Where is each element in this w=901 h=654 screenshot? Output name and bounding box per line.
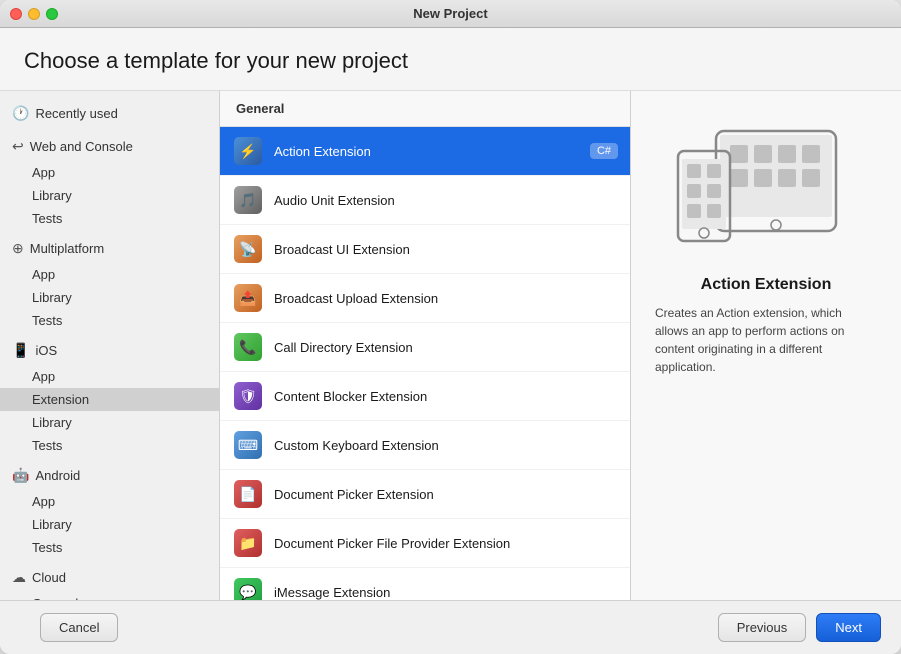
sidebar-header-android[interactable]: 🤖 Android: [0, 461, 219, 490]
template-item-broadcast-upload[interactable]: 📤 Broadcast Upload Extension: [220, 274, 630, 323]
window-controls: [10, 8, 58, 20]
template-item-audio-unit[interactable]: 🎵 Audio Unit Extension: [220, 176, 630, 225]
sidebar-item-cloud-general[interactable]: General: [0, 592, 219, 600]
sidebar-header-web-console[interactable]: ↩ Web and Console: [0, 132, 219, 161]
sidebar-header-multiplatform[interactable]: ⊕ Multiplatform: [0, 234, 219, 263]
sidebar-item-ios-library[interactable]: Library: [0, 411, 219, 434]
template-name-content-blocker: Content Blocker Extension: [274, 389, 618, 404]
broadcast-upload-icon: 📤: [232, 282, 264, 314]
sidebar-item-ios-extension[interactable]: Extension: [0, 388, 219, 411]
sidebar-section-multiplatform: ⊕ Multiplatform App Library Tests: [0, 234, 219, 332]
template-item-imessage[interactable]: 💬 iMessage Extension: [220, 568, 630, 600]
sidebar-section-label-web-console: Web and Console: [30, 139, 133, 154]
broadcast-ui-icon: 📡: [232, 233, 264, 265]
template-name-document-picker: Document Picker Extension: [274, 487, 618, 502]
main-content: 🕐 Recently used ↩ Web and Console App Li…: [0, 91, 901, 600]
sidebar-header-recently-used[interactable]: 🕐 Recently used: [0, 99, 219, 128]
template-name-custom-keyboard: Custom Keyboard Extension: [274, 438, 618, 453]
next-button[interactable]: Next: [816, 613, 881, 642]
lang-badge-action: C#: [590, 143, 618, 159]
android-icon: 🤖: [12, 467, 29, 484]
multiplatform-icon: ⊕: [12, 240, 24, 257]
template-name-broadcast-upload: Broadcast Upload Extension: [274, 291, 618, 306]
template-item-custom-keyboard[interactable]: ⌨ Custom Keyboard Extension: [220, 421, 630, 470]
sidebar-section-recently-used: 🕐 Recently used: [0, 99, 219, 128]
detail-illustration: [676, 121, 856, 256]
detail-description: Creates an Action extension, which allow…: [655, 304, 877, 376]
template-item-broadcast-ui[interactable]: 📡 Broadcast UI Extension: [220, 225, 630, 274]
sidebar-section-label-cloud: Cloud: [32, 570, 66, 585]
custom-keyboard-icon: ⌨: [232, 429, 264, 461]
template-name-action: Action Extension: [274, 144, 590, 159]
template-name-document-picker-fp: Document Picker File Provider Extension: [274, 536, 618, 551]
detail-title: Action Extension: [701, 276, 832, 294]
minimize-button[interactable]: [28, 8, 40, 20]
clock-icon: 🕐: [12, 105, 29, 122]
sidebar-item-web-app[interactable]: App: [0, 161, 219, 184]
detail-panel: Action Extension Creates an Action exten…: [631, 91, 901, 600]
sidebar-section-cloud: ☁ Cloud General: [0, 563, 219, 600]
cloud-icon: ☁: [12, 569, 26, 586]
template-item-action-extension[interactable]: ⚡ Action Extension C#: [220, 127, 630, 176]
sidebar-item-multi-tests[interactable]: Tests: [0, 309, 219, 332]
panel-header: General: [220, 91, 630, 127]
window-title: New Project: [413, 6, 487, 21]
action-extension-illustration: [676, 121, 856, 251]
title-bar: New Project: [0, 0, 901, 28]
sidebar-item-web-library[interactable]: Library: [0, 184, 219, 207]
sidebar-section-label-ios: iOS: [35, 343, 57, 358]
footer-inner: Cancel Previous Next: [20, 613, 881, 642]
call-directory-icon: 📞: [232, 331, 264, 363]
sidebar-section-web-console: ↩ Web and Console App Library Tests: [0, 132, 219, 230]
audio-unit-icon: 🎵: [232, 184, 264, 216]
sidebar-section-android: 🤖 Android App Library Tests: [0, 461, 219, 559]
sidebar-item-android-library[interactable]: Library: [0, 513, 219, 536]
page-header: Choose a template for your new project: [0, 28, 901, 91]
web-console-icon: ↩: [12, 138, 24, 155]
sidebar-item-web-tests[interactable]: Tests: [0, 207, 219, 230]
template-item-document-picker[interactable]: 📄 Document Picker Extension: [220, 470, 630, 519]
content-blocker-icon: 🛡: [232, 380, 264, 412]
template-item-content-blocker[interactable]: 🛡 Content Blocker Extension: [220, 372, 630, 421]
template-name-broadcast-ui: Broadcast UI Extension: [274, 242, 618, 257]
page-title: Choose a template for your new project: [24, 48, 877, 74]
sidebar-section-ios: 📱 iOS App Extension Library Tests: [0, 336, 219, 457]
cancel-button[interactable]: Cancel: [40, 613, 118, 642]
template-name-call-directory: Call Directory Extension: [274, 340, 618, 355]
sidebar-header-cloud[interactable]: ☁ Cloud: [0, 563, 219, 592]
sidebar-section-label-android: Android: [35, 468, 80, 483]
footer-right: Previous Next: [718, 613, 881, 642]
center-panel: General ⚡ Action Extension C# 🎵 Audio Un…: [220, 91, 631, 600]
footer: Cancel Previous Next: [0, 600, 901, 654]
template-item-call-directory[interactable]: 📞 Call Directory Extension: [220, 323, 630, 372]
sidebar-item-multi-library[interactable]: Library: [0, 286, 219, 309]
imessage-icon: 💬: [232, 576, 264, 600]
sidebar-section-label-recently-used: Recently used: [35, 106, 117, 121]
previous-button[interactable]: Previous: [718, 613, 807, 642]
maximize-button[interactable]: [46, 8, 58, 20]
document-picker-icon: 📄: [232, 478, 264, 510]
sidebar-header-ios[interactable]: 📱 iOS: [0, 336, 219, 365]
close-button[interactable]: [10, 8, 22, 20]
template-list: ⚡ Action Extension C# 🎵 Audio Unit Exten…: [220, 127, 630, 600]
action-extension-icon: ⚡: [232, 135, 264, 167]
window: New Project Choose a template for your n…: [0, 0, 901, 654]
sidebar-item-android-app[interactable]: App: [0, 490, 219, 513]
template-name-audio: Audio Unit Extension: [274, 193, 618, 208]
template-item-document-picker-file-provider[interactable]: 📁 Document Picker File Provider Extensio…: [220, 519, 630, 568]
sidebar-item-ios-tests[interactable]: Tests: [0, 434, 219, 457]
sidebar-item-android-tests[interactable]: Tests: [0, 536, 219, 559]
sidebar-item-multi-app[interactable]: App: [0, 263, 219, 286]
template-name-imessage: iMessage Extension: [274, 585, 618, 600]
sidebar-section-label-multiplatform: Multiplatform: [30, 241, 104, 256]
sidebar-item-ios-app[interactable]: App: [0, 365, 219, 388]
ios-icon: 📱: [12, 342, 29, 359]
sidebar: 🕐 Recently used ↩ Web and Console App Li…: [0, 91, 220, 600]
document-picker-fp-icon: 📁: [232, 527, 264, 559]
